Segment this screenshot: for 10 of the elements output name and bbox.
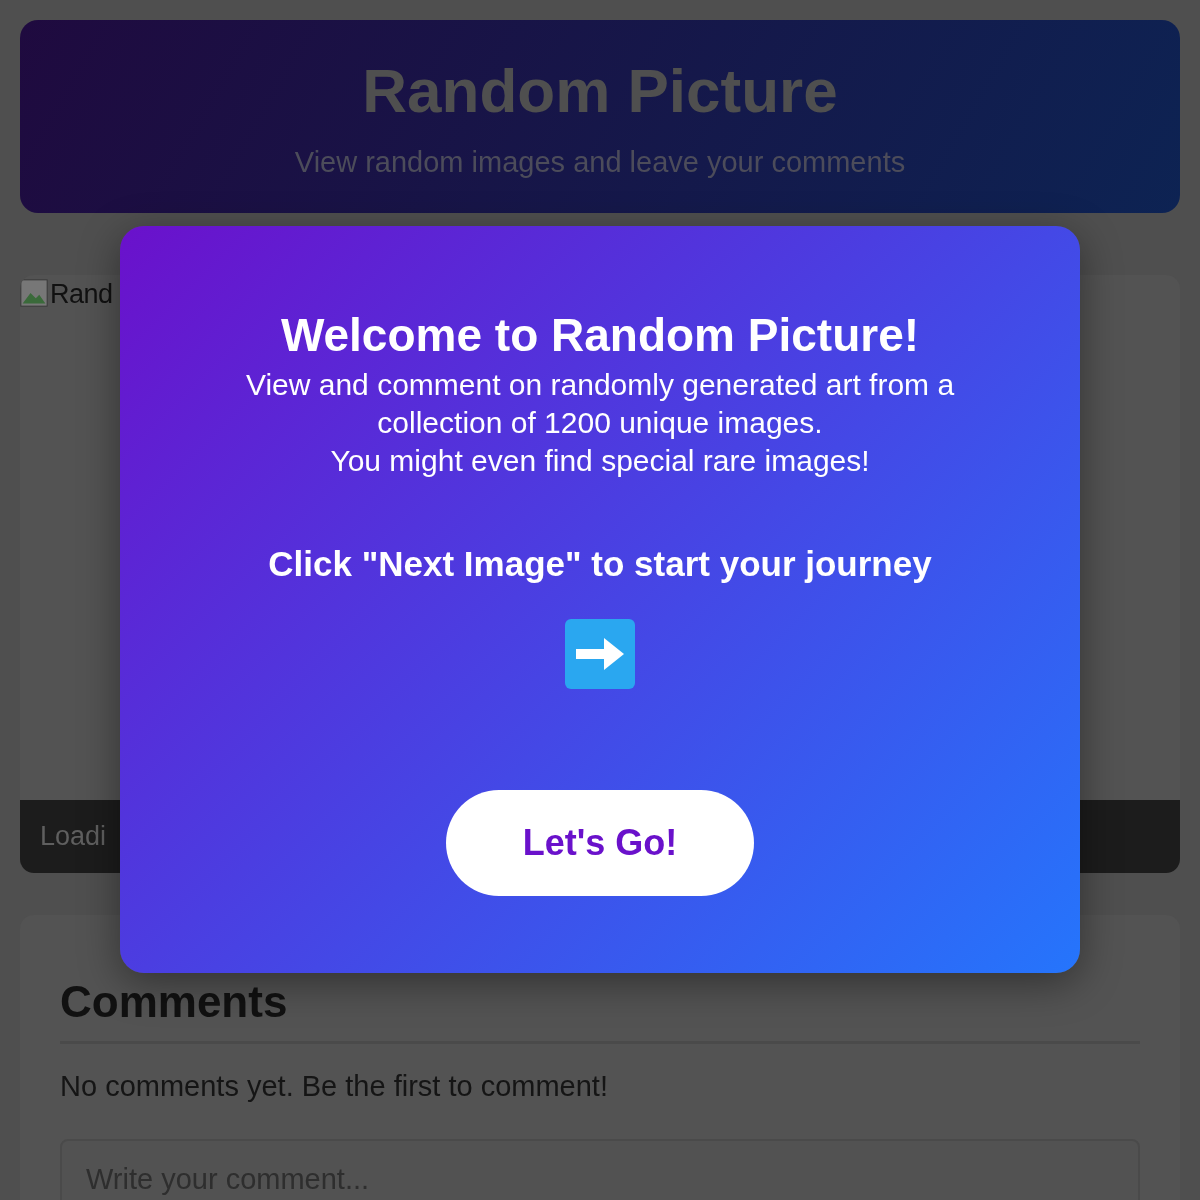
modal-description: View and comment on randomly generated art from a collection of 1200 unique images. You might even find special rare images! — [245, 367, 955, 479]
comments-heading: Comments — [60, 977, 1140, 1044]
empty-comments-message: No comments yet. Be the first to comment! — [60, 1070, 609, 1103]
loading-text: Loadi — [40, 821, 107, 852]
image-alt-text: Rand — [50, 279, 113, 310]
call-to-action-text: Click "Next Image" to start your journey — [268, 544, 932, 584]
lets-go-button[interactable]: Let's Go! — [446, 790, 754, 896]
modal-title: Welcome to Random Picture! — [280, 308, 920, 362]
broken-image-icon — [20, 279, 48, 307]
app-title: Random Picture — [362, 54, 838, 126]
